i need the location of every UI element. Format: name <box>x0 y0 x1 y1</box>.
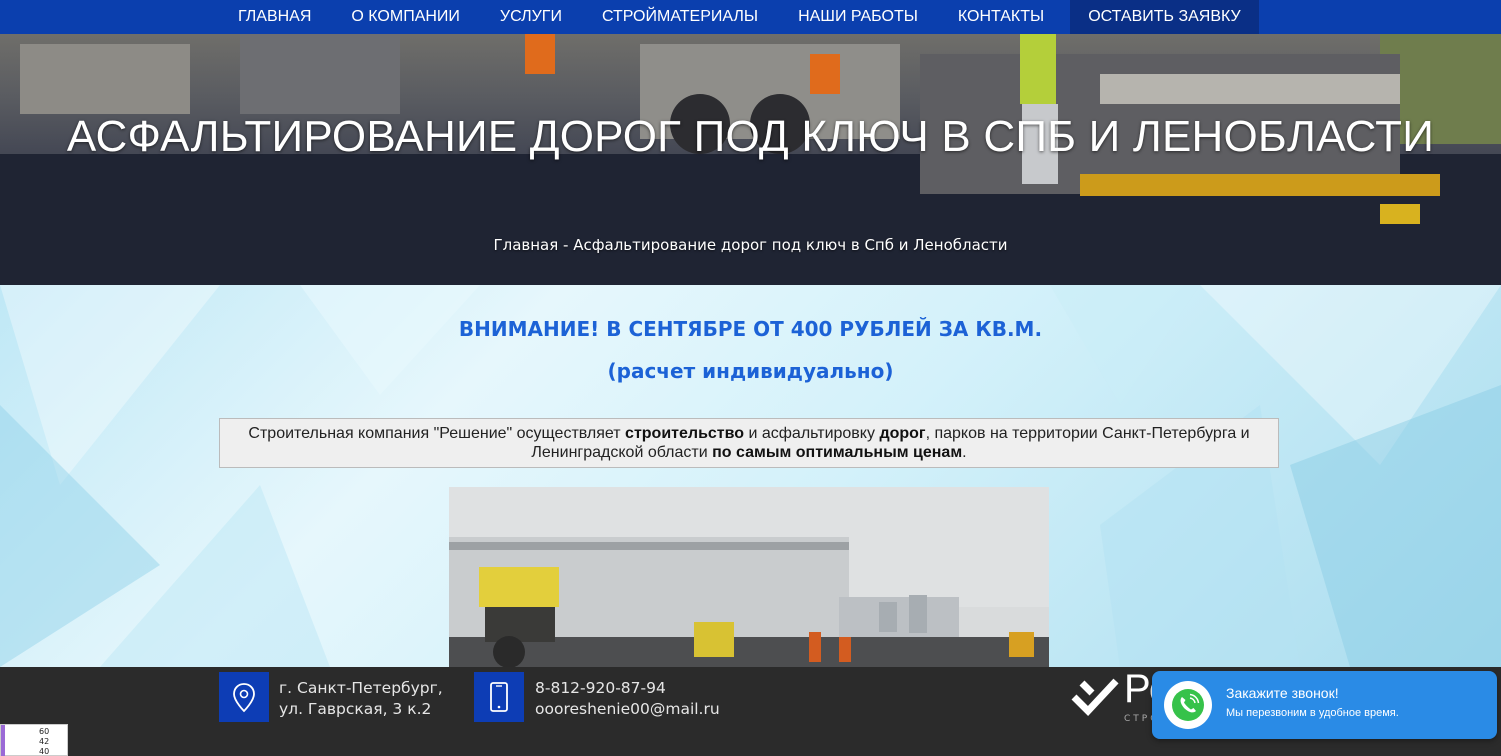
nav-list: ГЛАВНАЯ О КОМПАНИИ УСЛУГИ СТРОЙМАТЕРИАЛЫ… <box>218 0 1259 34</box>
contacts-text: 8-812-920-87-94 oooreshenie00@mail.ru <box>535 678 720 720</box>
visit-counter[interactable]: 60 42 40 <box>0 724 68 756</box>
callback-phone-button[interactable] <box>1164 681 1212 729</box>
callback-subtitle: Мы перезвоним в удобное время. <box>1226 707 1399 719</box>
work-photo-image <box>449 487 1049 667</box>
location-pin-icon <box>219 672 269 722</box>
breadcrumb[interactable]: Главная - Асфальтирование дорог под ключ… <box>0 236 1501 254</box>
promo-heading: ВНИМАНИЕ! В СЕНТЯБРЕ ОТ 400 РУБЛЕЙ ЗА КВ… <box>458 317 1043 341</box>
address-line-1: г. Санкт-Петербург, <box>279 679 443 697</box>
intro-text-2: и асфальтировку <box>744 425 880 442</box>
intro-bold-prices: по самым оптимальным ценам <box>712 444 963 461</box>
nav-item-about[interactable]: О КОМПАНИИ <box>331 0 480 34</box>
counter-visits: 42 <box>39 737 50 746</box>
callback-title: Закажите звонок! <box>1226 685 1339 701</box>
email-link[interactable]: oooreshenie00@mail.ru <box>535 699 720 720</box>
page-title: АСФАЛЬТИРОВАНИЕ ДОРОГ ПОД КЛЮЧ В СПБ И Л… <box>66 112 1435 161</box>
nav-item-home[interactable]: ГЛАВНАЯ <box>218 0 331 34</box>
address-line-2: ул. Гаврская, 3 к.2 <box>279 700 432 718</box>
main-content: ВНИМАНИЕ! В СЕНТЯБРЕ ОТ 400 РУБЛЕЙ ЗА КВ… <box>0 285 1501 667</box>
phone-ring-icon <box>1172 689 1204 721</box>
intro-bold-roads: дорог <box>879 425 926 442</box>
work-photo <box>449 487 1049 667</box>
phone-link[interactable]: 8-812-920-87-94 <box>535 678 720 699</box>
nav-item-services[interactable]: УСЛУГИ <box>480 0 582 34</box>
intro-box: Строительная компания "Решение" осуществ… <box>219 418 1279 468</box>
phone-icon <box>474 672 524 722</box>
counter-accent-bar <box>1 725 5 756</box>
counter-visitors: 40 <box>39 747 50 756</box>
address-text: г. Санкт-Петербург, ул. Гаврская, 3 к.2 <box>279 678 443 720</box>
counter-views: 60 <box>39 727 50 736</box>
company-logo-icon[interactable] <box>1068 671 1124 725</box>
intro-bold-construction: строительство <box>625 425 745 442</box>
callback-widget[interactable]: Закажите звонок! Мы перезвоним в удобное… <box>1152 671 1497 739</box>
promo-subheading: (расчет индивидуально) <box>607 359 894 383</box>
hero-banner: АСФАЛЬТИРОВАНИЕ ДОРОГ ПОД КЛЮЧ В СПБ И Л… <box>0 34 1501 285</box>
intro-text-4: . <box>962 444 967 461</box>
leave-request-button[interactable]: ОСТАВИТЬ ЗАЯВКУ <box>1070 0 1259 34</box>
top-navigation: ГЛАВНАЯ О КОМПАНИИ УСЛУГИ СТРОЙМАТЕРИАЛЫ… <box>0 0 1501 34</box>
intro-text-1: Строительная компания "Решение" осуществ… <box>248 425 626 442</box>
nav-item-contacts[interactable]: КОНТАКТЫ <box>938 0 1064 34</box>
nav-item-materials[interactable]: СТРОЙМАТЕРИАЛЫ <box>582 0 778 34</box>
nav-item-works[interactable]: НАШИ РАБОТЫ <box>778 0 938 34</box>
